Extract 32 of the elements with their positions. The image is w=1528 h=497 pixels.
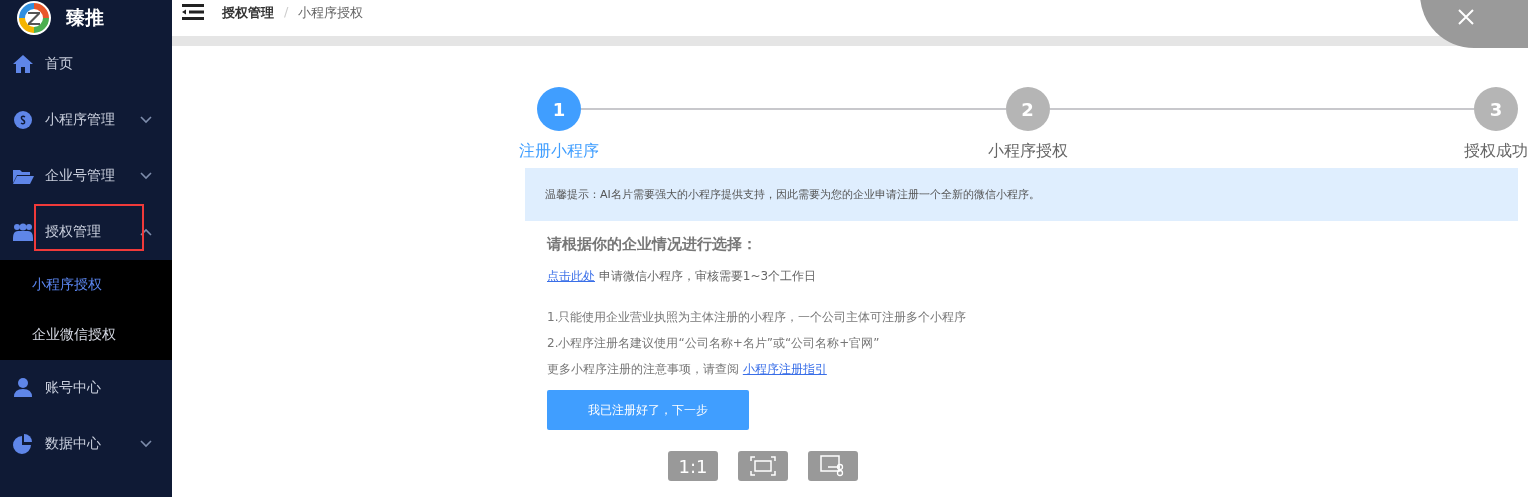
breadcrumb-link[interactable]: 授权管理 <box>222 4 274 22</box>
sidebar-item[interactable]: 小程序管理 <box>0 92 172 148</box>
guide-link[interactable]: 小程序注册指引 <box>742 362 827 376</box>
guide-note: 更多小程序注册的注意事项，请查阅 <box>547 362 739 376</box>
menu-label: 首页 <box>45 55 74 73</box>
step-number: 3 <box>1474 87 1518 131</box>
sidebar-item[interactable]: 首页 <box>0 36 172 92</box>
submenu-item[interactable]: 企业微信授权 <box>0 310 172 360</box>
menu-label: 授权管理 <box>45 223 102 241</box>
step-label: 小程序授权 <box>987 141 1068 162</box>
note-text: 1.只能使用企业营业执照为主体注册的小程序，一个公司主体可注册多个小程序 <box>547 309 968 326</box>
note-text: 2.小程序注册名建议使用“公司名称+名片”或“公司名称+官网” <box>547 335 881 352</box>
breadcrumb-current: 小程序授权 <box>298 4 364 22</box>
menu-label: 数据中心 <box>45 435 102 453</box>
sidebar-item[interactable]: 企业号管理 <box>0 148 172 204</box>
submenu-item[interactable]: 小程序授权 <box>0 260 172 310</box>
breadcrumb-separator: / <box>284 4 289 19</box>
menu-label: 小程序管理 <box>45 111 116 129</box>
step-number: 2 <box>1005 87 1050 131</box>
sidebar-item[interactable]: 授权管理 <box>0 204 172 260</box>
menu-label: 企业号管理 <box>45 167 116 185</box>
menu-label: 账号中心 <box>45 379 102 397</box>
tip-banner: 温馨提示：AI名片需要强大的小程序提供支持，因此需要为您的企业申请注册一个全新的微信小程序。 <box>525 168 1518 221</box>
section-heading: 请根据你的企业情况进行选择： <box>547 235 758 254</box>
step-number: 1 <box>537 87 581 131</box>
sidebar-item[interactable]: 数据中心 <box>0 416 172 472</box>
step-label: 授权成功 <box>1464 141 1528 162</box>
apply-note: 申请微信小程序，审核需要1~3个工作日 <box>598 269 817 283</box>
sidebar-item[interactable]: 账号中心 <box>0 360 172 416</box>
step-label: 注册小程序 <box>519 141 599 162</box>
app-name: 臻推 <box>66 5 104 30</box>
apply-link[interactable]: 点击此处 <box>547 269 595 283</box>
